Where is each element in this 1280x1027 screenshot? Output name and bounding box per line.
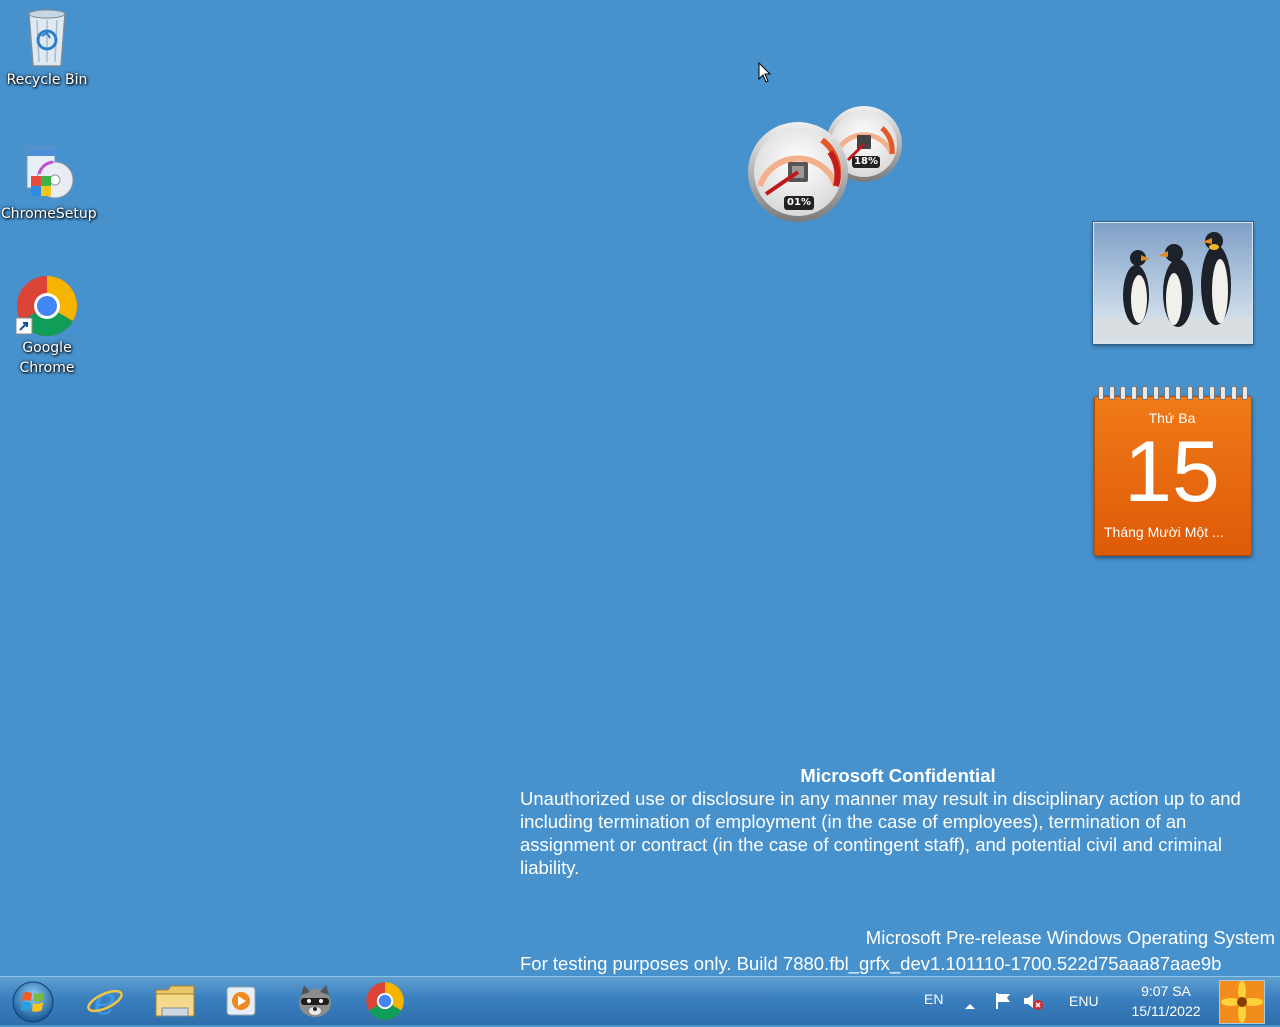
desktop-icon-label-line2: Chrome <box>19 360 75 376</box>
speaker-muted-icon <box>1024 994 1043 1010</box>
windows-logo-icon <box>12 981 54 1023</box>
chrome-icon <box>15 274 79 338</box>
memory-usage-readout: 18% <box>854 156 878 167</box>
svg-text:e: e <box>94 981 117 1021</box>
desktop-icon-recycle-bin[interactable]: Recycle Bin <box>1 6 93 90</box>
start-button[interactable] <box>10 979 56 1023</box>
watermark-title: Microsoft Confidential <box>800 765 996 786</box>
calendar-day-number: 15 <box>1124 424 1220 520</box>
clock-time: 9:07 SA <box>1141 983 1191 999</box>
internet-explorer-icon: e <box>87 981 123 1021</box>
desktop-icon-label: ChromeSetup <box>1 206 97 222</box>
chrome-icon <box>366 982 404 1020</box>
slideshow-gadget[interactable] <box>1093 222 1253 344</box>
penguins-photo <box>1094 223 1252 343</box>
taskbar-internet-explorer[interactable]: e <box>76 979 134 1023</box>
clock[interactable]: 9:07 SA 15/11/2022 <box>1120 981 1212 1021</box>
calendar-binding-rings <box>1098 386 1248 400</box>
volume-button[interactable] <box>1022 991 1044 1015</box>
taskbar-file-explorer[interactable] <box>146 979 204 1023</box>
mouse-cursor-icon <box>758 61 772 88</box>
watermark-os: Microsoft Pre-release Windows Operating … <box>865 927 1275 948</box>
cpu-meter-gadget[interactable]: 01% 18% <box>744 102 906 224</box>
desktop-icon-label: Recycle Bin <box>6 72 88 88</box>
flag-icon <box>996 993 1010 1009</box>
desktop-icon-google-chrome[interactable]: Google Chrome <box>1 274 93 378</box>
language-indicator[interactable]: EN <box>924 991 943 1007</box>
taskbar: e EN ENU 9:07 SA 15/11/2022 <box>0 976 1280 1025</box>
media-player-icon <box>226 986 256 1016</box>
watermark-build: For testing purposes only. Build 7880.fb… <box>520 953 1222 974</box>
installer-icon <box>15 140 79 204</box>
clock-date: 15/11/2022 <box>1131 1003 1201 1019</box>
calendar-gadget[interactable]: Thứ Ba 15 Tháng Mười Một ... <box>1094 386 1252 556</box>
taskbar-raccoon-app[interactable] <box>286 979 344 1023</box>
desktop-icon-label-line1: Google <box>22 340 72 356</box>
flower-thumbnail-icon <box>1220 981 1264 1023</box>
cpu-usage-readout: 01% <box>787 197 811 208</box>
desktop[interactable]: Recycle Bin ChromeSetup Google Chrome 01… <box>0 0 1280 976</box>
recycle-bin-icon <box>15 6 79 70</box>
raccoon-app-icon <box>299 985 331 1017</box>
show-desktop-button[interactable] <box>1219 980 1265 1024</box>
desktop-icon-chromesetup[interactable]: ChromeSetup <box>1 140 97 224</box>
input-method-indicator[interactable]: ENU <box>1069 993 1099 1009</box>
taskbar-google-chrome[interactable] <box>356 979 414 1023</box>
calendar-month: Tháng Mười Một ... <box>1104 524 1224 540</box>
watermark-body: Unauthorized use or disclosure in any ma… <box>520 788 1241 878</box>
show-hidden-icons-button[interactable] <box>964 995 976 1014</box>
chevron-up-icon <box>965 1004 975 1009</box>
action-center-button[interactable] <box>994 991 1014 1015</box>
file-explorer-icon <box>155 985 195 1017</box>
taskbar-media-player[interactable] <box>212 979 270 1023</box>
